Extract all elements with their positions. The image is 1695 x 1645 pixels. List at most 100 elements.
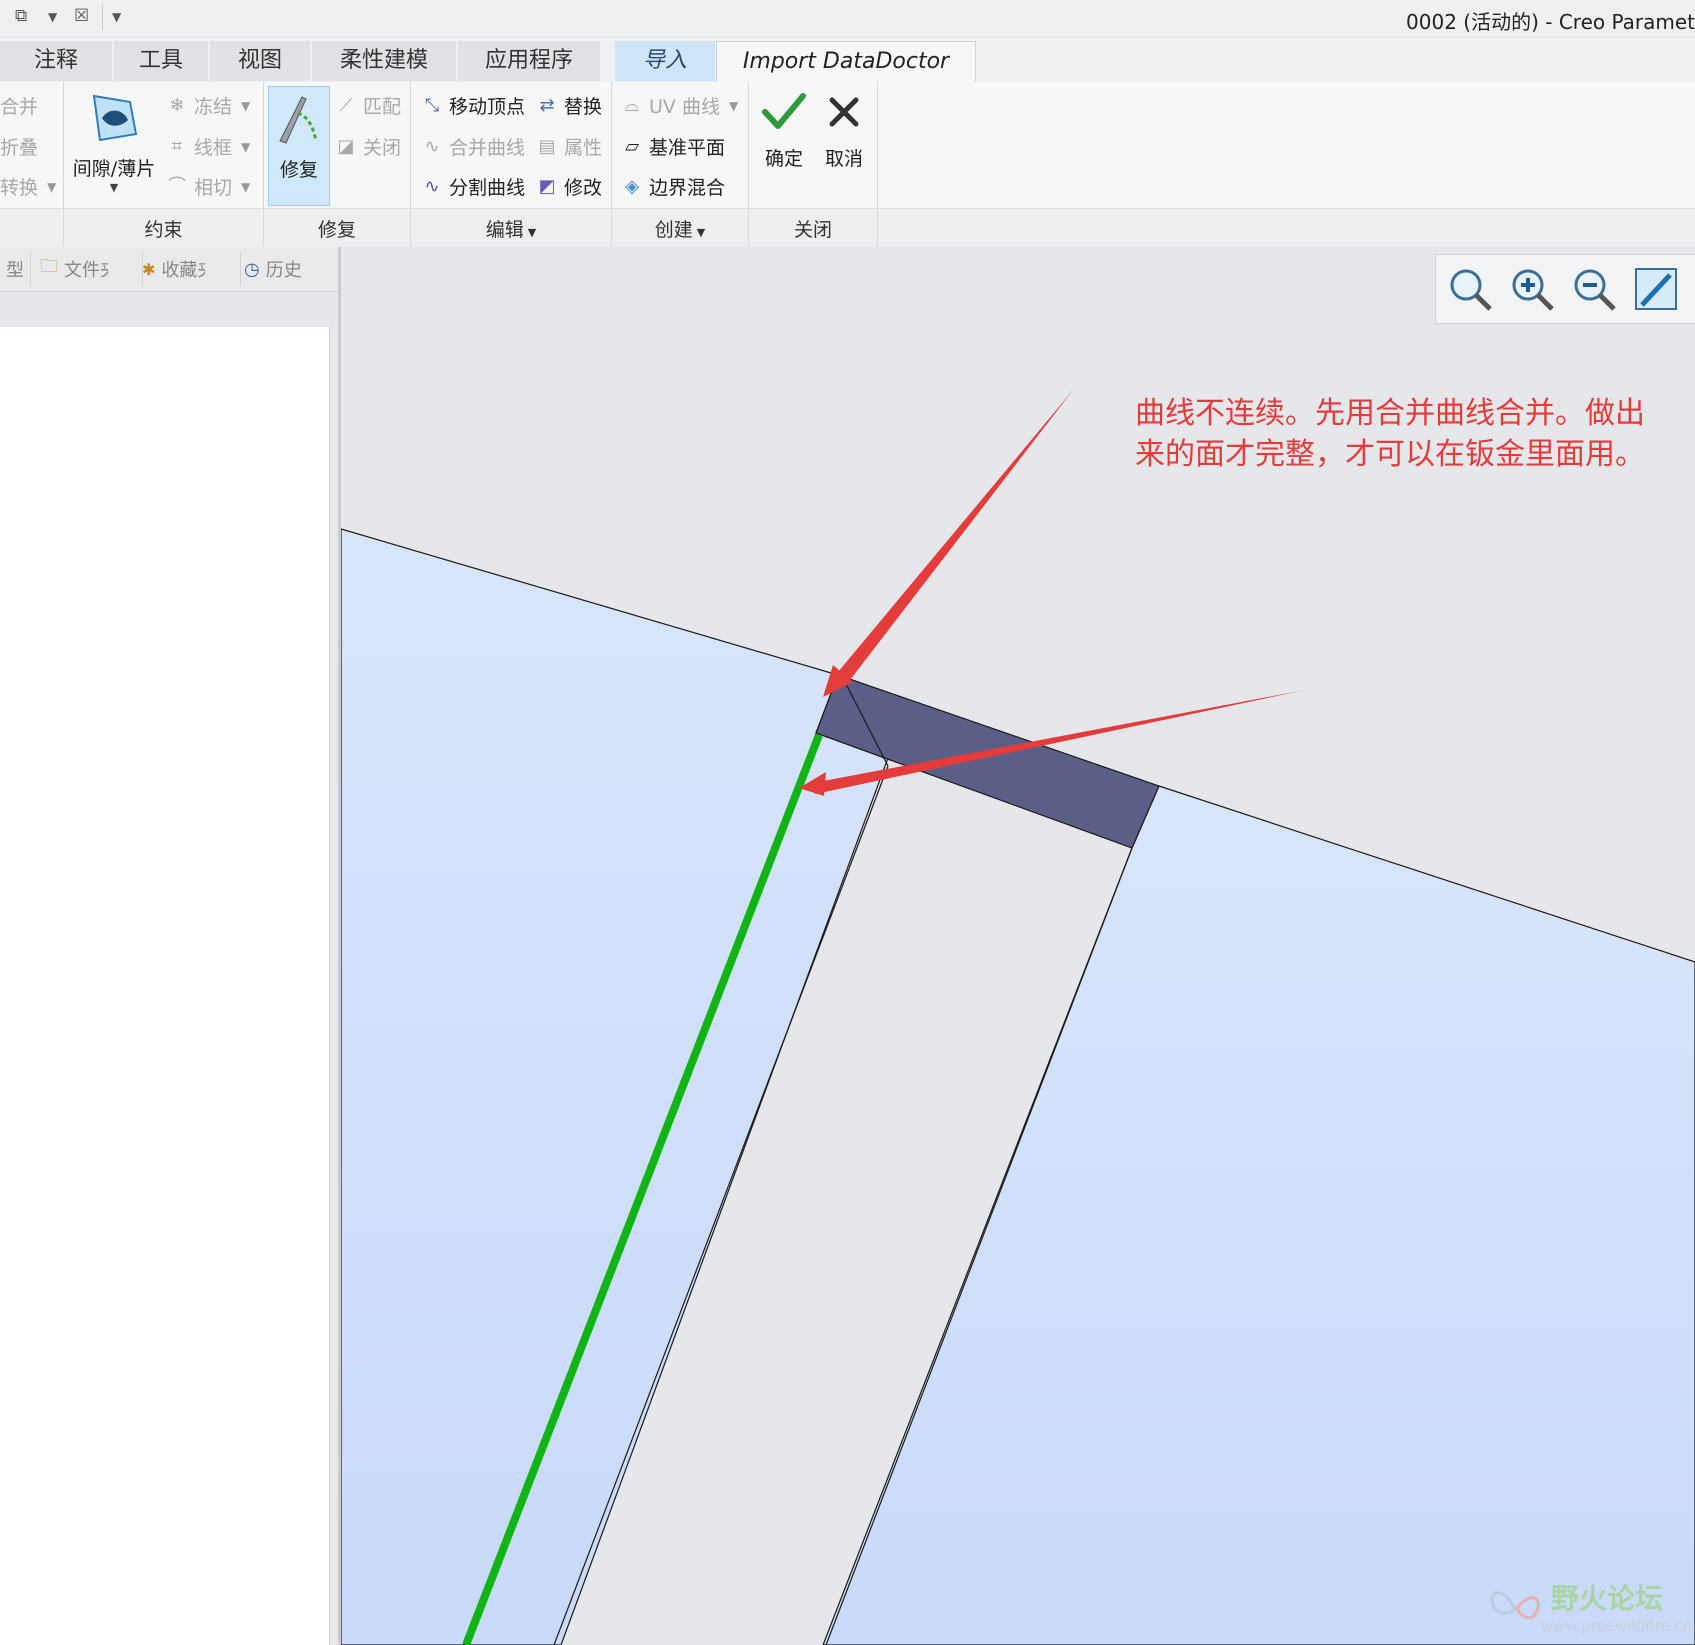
- navigator-content: [0, 327, 330, 1645]
- chevron-down-icon: ▼: [47, 179, 57, 194]
- close-gap-label: 关闭: [363, 137, 402, 159]
- group-label-repair: 修复: [317, 219, 356, 241]
- move-vertex-label: 移动顶点: [449, 96, 526, 118]
- properties-label: 属性: [564, 137, 603, 159]
- merge-curves-icon: ∿: [424, 135, 440, 157]
- close-windows-icon[interactable]: ☒: [74, 6, 89, 26]
- nav-tab-history-label: 历史: [265, 260, 302, 281]
- nav-tab-favorites-label: 收藏夹: [161, 260, 205, 281]
- replace-button[interactable]: ⇄ 替换: [535, 92, 602, 119]
- close-gap-button[interactable]: ◪ 关闭: [334, 133, 401, 160]
- repair-icon: [279, 96, 318, 144]
- gap-shell-button[interactable]: 间隙/薄片 ▼: [70, 86, 158, 194]
- annotation-line-1: 曲线不连续。先用合并曲线合并。做出: [1135, 396, 1645, 431]
- zoom-out-icon[interactable]: [1570, 265, 1618, 313]
- datum-plane-label: 基准平面: [649, 137, 726, 159]
- split-curve-button[interactable]: ∿ 分割曲线: [420, 173, 525, 200]
- chevron-down-icon: ▼: [527, 226, 537, 239]
- chevron-down-icon[interactable]: ▼: [48, 10, 57, 24]
- nav-tab-model-tree[interactable]: 型: [0, 252, 31, 286]
- uv-curve-button[interactable]: ⌓ UV 曲线 ▼: [620, 92, 738, 119]
- customize-dropdown-icon[interactable]: ▼: [112, 10, 121, 24]
- match-icon: ⟋: [339, 94, 353, 116]
- butterfly-logo-icon: [1490, 1591, 1540, 1619]
- chevron-down-icon: ▼: [241, 179, 251, 194]
- tab-annotate[interactable]: 注释: [0, 41, 112, 81]
- zoom-fit-icon[interactable]: [1446, 265, 1494, 313]
- freeze-button[interactable]: ❄ 冻结 ▼: [165, 92, 250, 119]
- watermark-brand: 野火论坛: [1551, 1582, 1664, 1615]
- tangent-button[interactable]: ⌒ 相切 ▼: [165, 173, 250, 200]
- group-label-edit[interactable]: 编辑 ▼: [411, 215, 611, 242]
- modify-button[interactable]: ◩ 修改: [535, 173, 602, 200]
- fold-button[interactable]: 折叠: [0, 133, 38, 160]
- chevron-down-icon: ▼: [241, 98, 251, 113]
- chevron-down-icon: ▼: [696, 226, 706, 239]
- uv-curve-label: UV 曲线: [649, 96, 720, 118]
- group-label-constraints: 约束: [144, 219, 183, 241]
- watermark-url: www.proewildfire.cn: [1541, 1617, 1693, 1635]
- folder-icon: 🗀: [40, 256, 58, 277]
- replace-icon: ⇄: [539, 94, 555, 116]
- nav-tab-folder[interactable]: 🗀 文件夹: [34, 252, 143, 286]
- modify-icon: ◩: [538, 175, 556, 197]
- move-vertex-button[interactable]: ⤡ 移动顶点: [420, 92, 525, 119]
- tab-tools[interactable]: 工具: [114, 41, 208, 81]
- convert-button[interactable]: 转换 ▼: [0, 173, 56, 200]
- gap-shell-icon: [92, 94, 138, 142]
- annotation-line-2: 来的面才完整，才可以在钣金里面用。: [1135, 437, 1645, 472]
- freeze-label: 冻结: [194, 96, 233, 118]
- tab-import-datadoctor[interactable]: Import DataDoctor: [716, 41, 976, 82]
- datum-plane-button[interactable]: ▱ 基准平面: [620, 133, 725, 160]
- ok-label: 确定: [764, 148, 803, 170]
- chevron-down-icon: ▼: [728, 98, 739, 113]
- wireframe-label: 线框: [194, 137, 233, 159]
- group-label-create-text: 创建: [654, 219, 693, 241]
- repaint-icon[interactable]: [1632, 265, 1680, 313]
- window-title: 0002 (活动的) - Creo Paramet: [1406, 10, 1695, 34]
- nav-tab-model-label: 型: [6, 260, 24, 281]
- merge-curves-button[interactable]: ∿ 合并曲线: [420, 133, 525, 160]
- nav-tab-history[interactable]: ◷ 历史: [238, 252, 339, 286]
- uv-curve-icon: ⌓: [624, 94, 640, 116]
- boundary-blend-button[interactable]: ◈ 边界混合: [620, 173, 725, 200]
- boundary-blend-label: 边界混合: [649, 177, 726, 199]
- modify-label: 修改: [564, 177, 603, 199]
- freeze-icon: ❄: [169, 94, 185, 116]
- zoom-in-icon[interactable]: [1508, 265, 1556, 313]
- ok-button[interactable]: 确定: [756, 92, 812, 171]
- favorites-icon: ✱: [142, 259, 156, 279]
- group-label-close: 关闭: [793, 219, 832, 241]
- wireframe-icon: ⌗: [171, 135, 183, 157]
- datum-plane-icon: ▱: [625, 135, 639, 157]
- history-icon: ◷: [244, 258, 260, 280]
- boundary-blend-icon: ◈: [625, 175, 639, 197]
- group-label-create[interactable]: 创建 ▼: [612, 215, 748, 242]
- merge-label: 合并: [0, 96, 39, 118]
- tab-view[interactable]: 视图: [210, 41, 310, 81]
- repair-button[interactable]: 修复: [268, 86, 330, 206]
- group-divider: [877, 82, 878, 246]
- nav-tab-favorites[interactable]: ✱收藏夹: [136, 252, 241, 286]
- watermark: 野火论坛 www.proewildfire.cn: [1485, 1575, 1693, 1640]
- fold-label: 折叠: [0, 137, 39, 159]
- cancel-label: 取消: [824, 148, 863, 170]
- tab-applications[interactable]: 应用程序: [458, 41, 600, 81]
- properties-button[interactable]: ▤ 属性: [535, 133, 602, 160]
- view-toolbar: [1435, 254, 1695, 324]
- tab-flexible-modeling[interactable]: 柔性建模: [312, 41, 456, 81]
- chevron-down-icon: ▼: [241, 139, 251, 154]
- window-switch-icon[interactable]: ⧉: [15, 6, 27, 26]
- merge-button[interactable]: 合并: [0, 92, 38, 119]
- cancel-button[interactable]: 取消: [816, 92, 872, 171]
- merge-curves-label: 合并曲线: [449, 137, 526, 159]
- move-vertex-icon: ⤡: [424, 94, 440, 116]
- tab-import[interactable]: 导入: [615, 41, 715, 81]
- nav-tab-folder-label: 文件夹: [64, 260, 108, 281]
- properties-icon: ▤: [538, 135, 556, 157]
- match-button[interactable]: ⟋ 匹配: [334, 92, 401, 119]
- wireframe-button[interactable]: ⌗ 线框 ▼: [165, 133, 250, 160]
- chevron-down-icon: ▼: [109, 181, 119, 194]
- tangent-label: 相切: [194, 177, 233, 199]
- replace-label: 替换: [564, 96, 603, 118]
